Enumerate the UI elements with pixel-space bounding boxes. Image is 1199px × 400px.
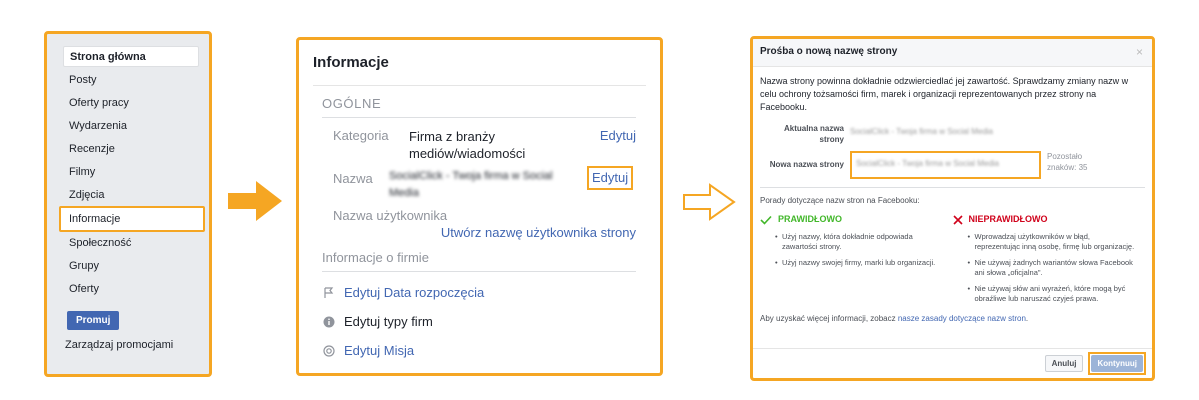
remaining-value: 35	[1078, 163, 1088, 172]
create-username-row: Utwórz nazwę użytkownika strony	[313, 225, 636, 240]
mission-action[interactable]: Edytuj Misja	[322, 336, 646, 365]
rename-dialog: Prośba o nową nazwę strony × Nazwa stron…	[750, 36, 1155, 381]
name-row: Nazwa SocialClick - Twoja firma w Social…	[333, 166, 636, 202]
create-username-link[interactable]: Utwórz nazwę użytkownika strony	[441, 225, 636, 240]
incorrect-heading: NIEPRAWIDŁOWO	[952, 213, 1138, 226]
new-name-row: Nowa nazwa strony SocialClick - Twoja fi…	[760, 151, 1145, 179]
nav-item-community[interactable]: Społeczność	[63, 232, 199, 255]
page-name-value: SocialClick - Twoja firma w Social Media	[389, 170, 553, 199]
dialog-intro: Nazwa strony powinna dokładnie odzwierci…	[760, 76, 1129, 112]
more-info: Aby uzyskać więcej informacji, zobacz na…	[760, 312, 1145, 325]
manage-promotions-link[interactable]: Zarządzaj promocjami	[65, 339, 199, 351]
list-item: Użyj nazwy swojej firmy, marki lub organ…	[775, 258, 945, 268]
category-row: Kategoria Firma z branży mediów/wiadomoś…	[333, 128, 636, 164]
checkmark-icon	[760, 215, 772, 225]
dialog-header: Prośba o nową nazwę strony ×	[753, 39, 1152, 67]
page-nav-panel: Strona główna Posty Oferty pracy Wydarze…	[44, 31, 212, 377]
nav-item-reviews[interactable]: Recenzje	[63, 138, 199, 161]
list-item: Nie używaj żadnych wariantów słowa Faceb…	[968, 258, 1138, 278]
cross-icon	[952, 214, 963, 225]
dialog-footer: Anuluj Kontynuuj	[753, 348, 1152, 378]
continue-highlight: Kontynuuj	[1088, 352, 1146, 375]
category-value: Firma z branży mediów/wiadomości	[409, 129, 526, 161]
nav-item-events[interactable]: Wydarzenia	[63, 115, 199, 138]
nav-item-posts[interactable]: Posty	[63, 69, 199, 92]
company-types-action[interactable]: Edytuj typy firm	[322, 307, 646, 336]
nav-item-photos[interactable]: Zdjęcia	[63, 184, 199, 207]
info-icon	[322, 315, 335, 328]
incorrect-list: Wprowadzaj użytkowników w błąd, reprezen…	[968, 232, 1138, 304]
about-panel: Informacje OGÓLNE Kategoria Firma z bran…	[296, 37, 663, 376]
divider	[760, 187, 1145, 188]
current-name-label: Aktualna nazwa strony	[783, 124, 844, 144]
outline-arrow-icon	[683, 183, 736, 221]
tips-columns: PRAWIDŁOWO Użyj nazwy, która dokładnie o…	[760, 213, 1145, 310]
correct-list: Użyj nazwy, która dokładnie odpowiada za…	[775, 232, 945, 268]
remaining-label: Pozostało znaków:	[1047, 152, 1083, 172]
list-item: Użyj nazwy, która dokładnie odpowiada za…	[775, 232, 945, 252]
current-name-value: SocialClick - Twoja firma w Social Media	[850, 127, 994, 136]
nav-item-home[interactable]: Strona główna	[63, 46, 199, 67]
incorrect-column: NIEPRAWIDŁOWO Wprowadzaj użytkowników w …	[952, 213, 1146, 310]
flag-icon	[322, 286, 335, 299]
nav-item-jobs[interactable]: Oferty pracy	[63, 92, 199, 115]
more-info-text: Aby uzyskać więcej informacji, zobacz	[760, 314, 896, 323]
nav-item-videos[interactable]: Filmy	[63, 161, 199, 184]
list-item: Wprowadzaj użytkowników w błąd, reprezen…	[968, 232, 1138, 252]
remaining-chars: Pozostało znaków: 35	[1047, 151, 1107, 179]
nav-item-groups[interactable]: Grupy	[63, 255, 199, 278]
about-title: Informacje	[313, 54, 389, 71]
nav-item-offers[interactable]: Oferty	[63, 278, 199, 301]
continue-button[interactable]: Kontynuuj	[1091, 355, 1143, 372]
divider	[322, 271, 636, 272]
mission-icon	[322, 344, 335, 357]
dialog-body: Nazwa strony powinna dokładnie odzwierci…	[753, 67, 1152, 325]
username-label: Nazwa użytkownika	[333, 208, 448, 223]
edit-category-link[interactable]: Edytuj	[600, 128, 636, 164]
edit-company-types-label[interactable]: Edytuj typy firm	[344, 314, 433, 329]
period: .	[1025, 314, 1029, 323]
correct-column: PRAWIDŁOWO Użyj nazwy, która dokładnie o…	[760, 213, 953, 310]
list-item: Nie używaj słów ani wyrażeń, które mogą …	[968, 284, 1138, 304]
solid-arrow-icon	[228, 181, 282, 221]
general-heading: OGÓLNE	[313, 85, 646, 117]
dialog-title: Prośba o nową nazwę strony	[760, 46, 898, 57]
new-name-text: SocialClick - Twoja firma w Social Media	[856, 159, 1000, 168]
current-name-row: Aktualna nazwa strony SocialClick - Twoj…	[760, 123, 1145, 145]
correct-heading-text: PRAWIDŁOWO	[778, 214, 842, 224]
username-row: Nazwa użytkownika	[333, 208, 636, 225]
edit-mission-link[interactable]: Edytuj Misja	[344, 343, 414, 358]
new-name-label: Nowa nazwa strony	[769, 160, 844, 169]
tips-heading: Porady dotyczące nazw stron na Facebooku…	[760, 196, 920, 205]
start-date-action[interactable]: Edytuj Data rozpoczęcia	[322, 278, 646, 307]
new-name-input[interactable]: SocialClick - Twoja firma w Social Media	[850, 151, 1041, 179]
cancel-button[interactable]: Anuluj	[1044, 355, 1084, 372]
category-label: Kategoria	[333, 128, 389, 143]
incorrect-heading-text: NIEPRAWIDŁOWO	[968, 214, 1048, 224]
company-info-heading: Informacje o firmie	[322, 250, 429, 265]
nav-item-about[interactable]: Informacje	[59, 206, 205, 232]
naming-policy-link[interactable]: nasze zasady dotyczące nazw stron	[898, 314, 1026, 323]
edit-name-button[interactable]: Edytuj	[587, 166, 634, 190]
promote-button[interactable]: Promuj	[67, 311, 120, 330]
correct-heading: PRAWIDŁOWO	[760, 213, 945, 226]
divider	[322, 117, 636, 118]
name-label: Nazwa	[333, 171, 373, 186]
close-icon[interactable]: ×	[1136, 39, 1143, 65]
edit-start-date-link[interactable]: Edytuj Data rozpoczęcia	[344, 285, 484, 300]
